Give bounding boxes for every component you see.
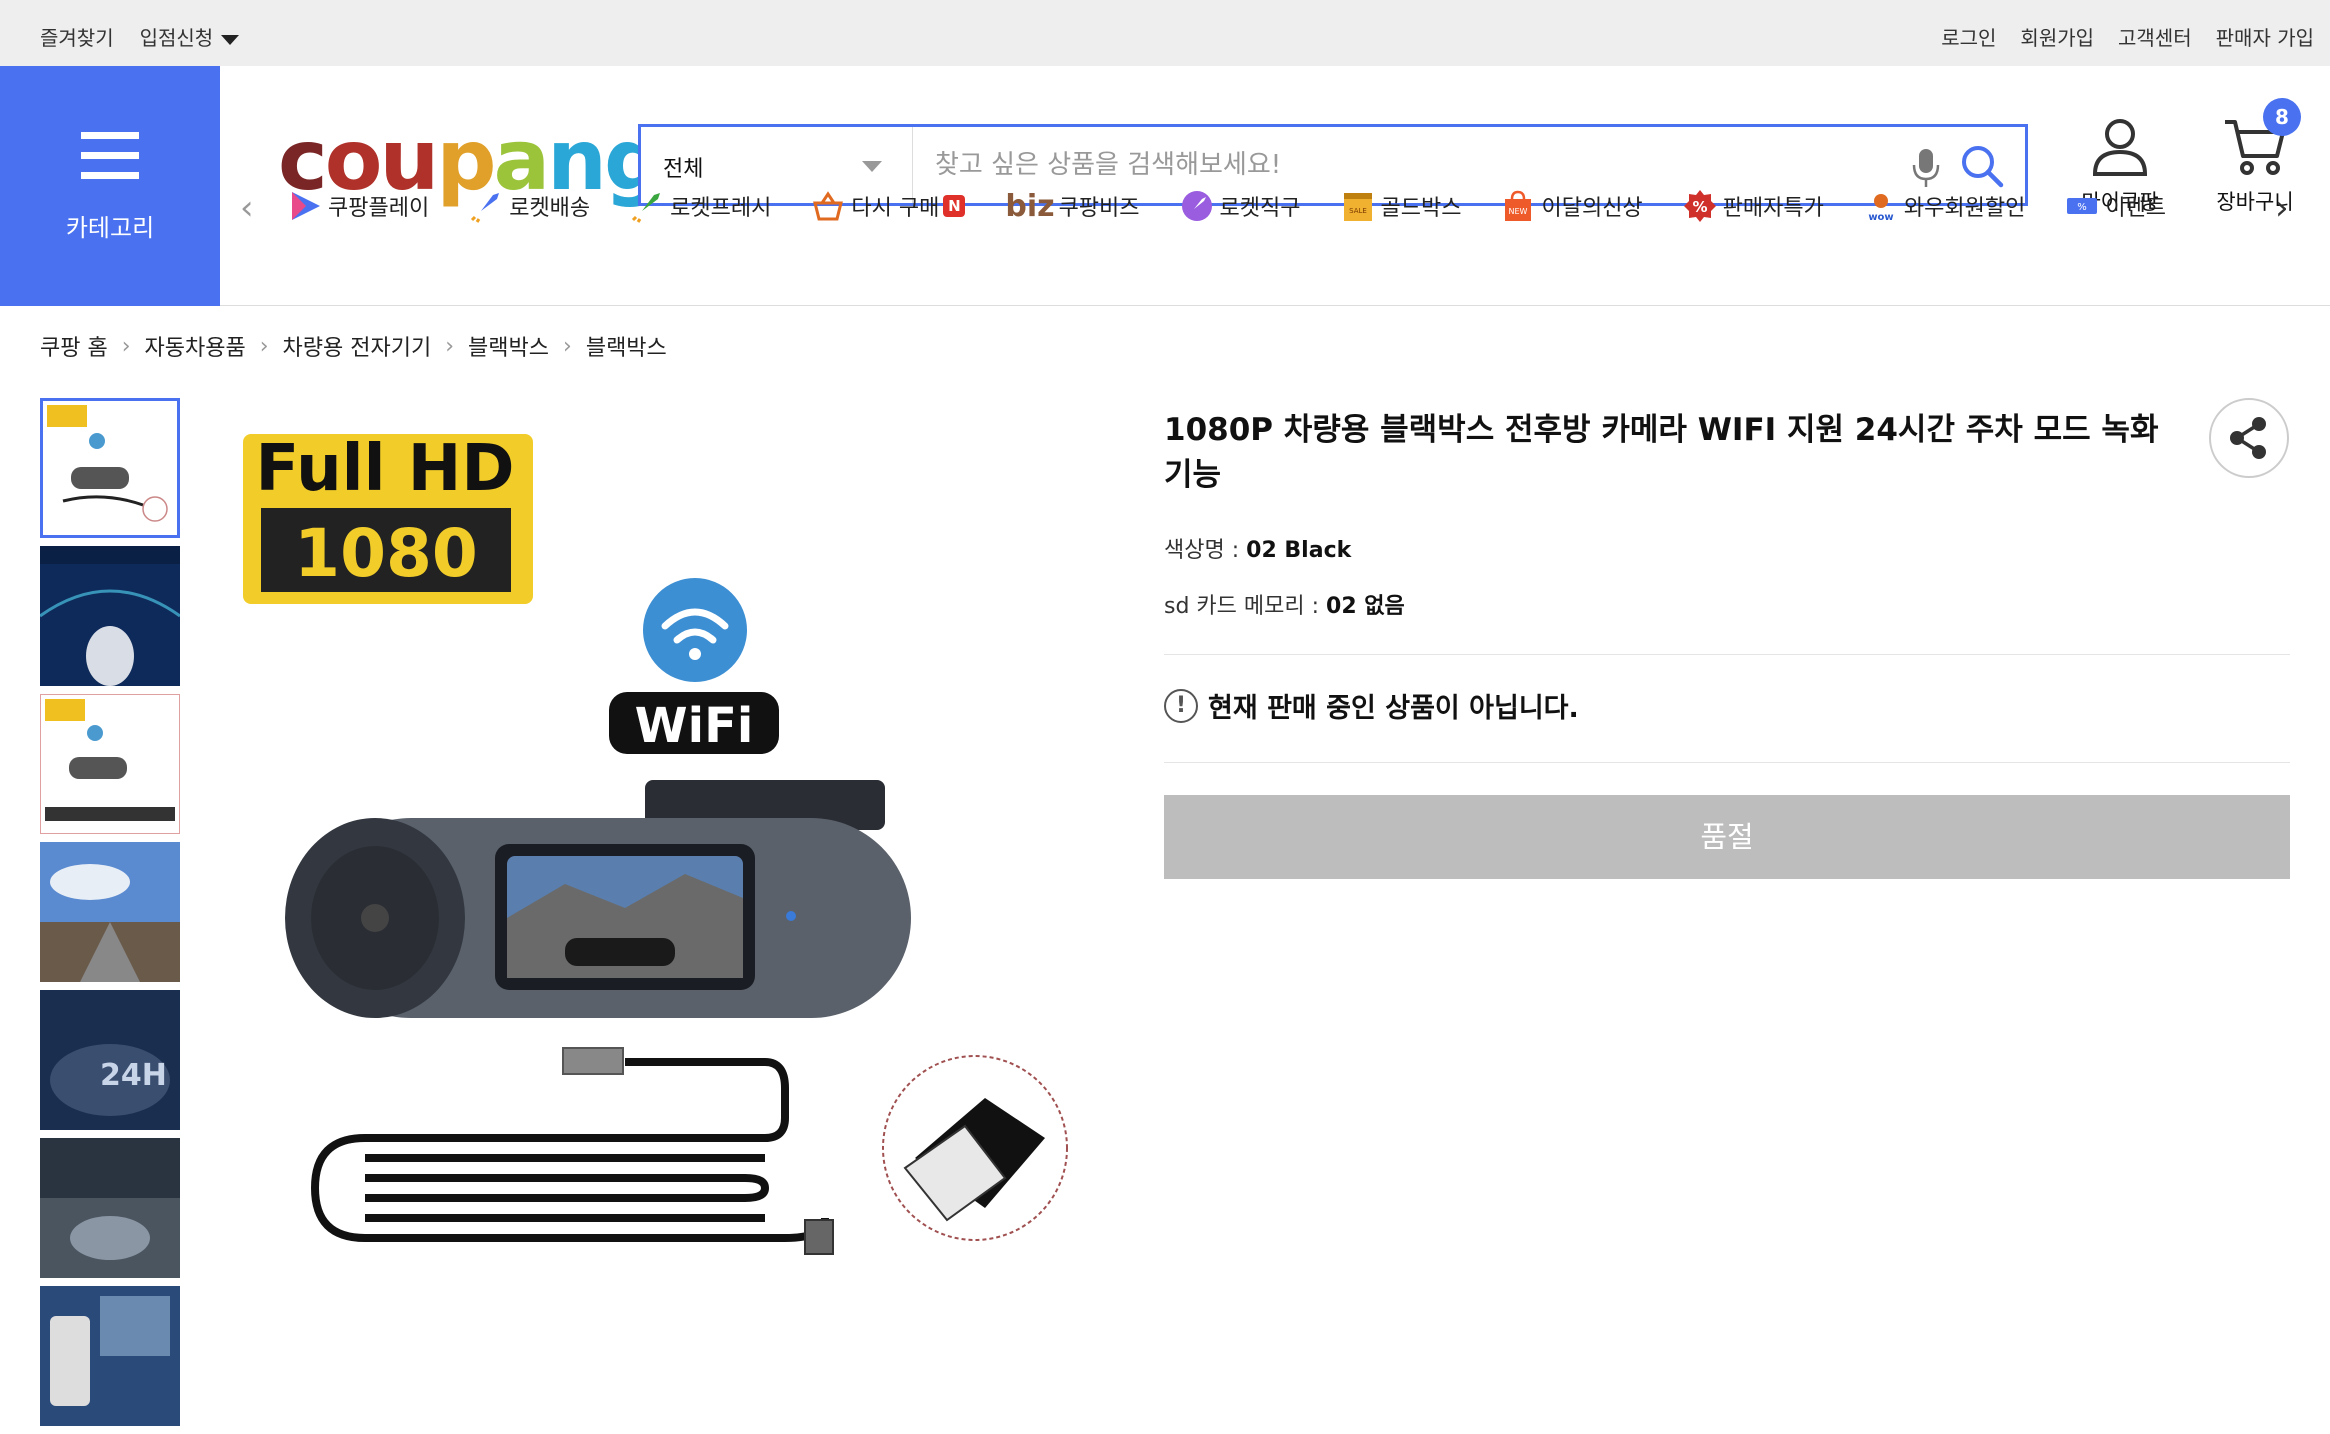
nav-label: 와우회원할인 bbox=[1903, 196, 2026, 221]
nav-label: 다시 구매 bbox=[851, 196, 940, 221]
play-icon bbox=[292, 192, 320, 220]
option-value: 02 Black bbox=[1246, 538, 1352, 563]
full-hd-badge: Full HD 1080 bbox=[243, 432, 533, 604]
rocket-icon bbox=[471, 193, 500, 223]
main-product-image: Full HD 1080 WiFi bbox=[225, 398, 1135, 1298]
category-label: 카테고리 bbox=[65, 214, 155, 242]
nav-prev-arrow-icon[interactable]: ‹ bbox=[240, 188, 254, 228]
biz-logo: biz bbox=[1005, 188, 1055, 224]
caret-down-icon bbox=[221, 34, 240, 45]
option-name: 색상명 bbox=[1164, 538, 1225, 563]
option-value: 02 없음 bbox=[1326, 594, 1405, 619]
svg-text:NEW: NEW bbox=[1509, 207, 1528, 216]
svg-text:wow: wow bbox=[1868, 212, 1893, 223]
full-hd-text: Full HD bbox=[256, 432, 515, 506]
thumbnail-7[interactable] bbox=[40, 1286, 180, 1426]
thumbnail-2[interactable] bbox=[40, 546, 180, 686]
nav-label: 쿠팡플레이 bbox=[328, 196, 430, 221]
login-link[interactable]: 로그인 bbox=[1941, 22, 1996, 51]
svg-text:%: % bbox=[2078, 202, 2088, 213]
chevron-right-icon: › bbox=[445, 333, 455, 359]
nav-item-rocket-delivery[interactable]: 로켓배송 bbox=[469, 186, 590, 226]
divider bbox=[1164, 654, 2290, 655]
thumbnail-6[interactable] bbox=[40, 1138, 180, 1278]
nav-label: 이벤트 bbox=[2105, 196, 2167, 221]
usb-c-zoom-inset bbox=[882, 1055, 1068, 1241]
header: 카테고리 coupang 전체 마이쿠팡 장 bbox=[0, 66, 2330, 306]
seller-signup-link[interactable]: 판매자 가입 bbox=[2216, 22, 2314, 51]
vendor-apply-link[interactable]: 입점신청 bbox=[140, 22, 240, 51]
event-icon: % bbox=[2067, 198, 2098, 214]
option-sd-card: sd 카드 메모리 : 02 없음 bbox=[1164, 594, 1405, 619]
new-badge: N bbox=[943, 195, 966, 217]
divider bbox=[1164, 762, 2290, 763]
nav-item-rocket-fresh[interactable]: 로켓프레시 bbox=[630, 186, 771, 226]
breadcrumb-item[interactable]: 블랙박스 bbox=[586, 330, 667, 362]
cart-count-badge: 8 bbox=[2263, 98, 2301, 136]
nav-label: 로켓프레시 bbox=[670, 196, 772, 221]
new-bag-icon: NEW bbox=[1505, 190, 1532, 221]
dropdown-triangle-icon bbox=[862, 161, 882, 172]
nav-label: 로켓배송 bbox=[509, 196, 591, 221]
nav-label: 골드박스 bbox=[1380, 196, 1462, 221]
nav-item-goldbox[interactable]: SALE 골드박스 bbox=[1341, 186, 1462, 226]
chevron-right-icon: › bbox=[259, 333, 269, 359]
percent-icon: % bbox=[1683, 190, 1716, 222]
option-color: 색상명 : 02 Black bbox=[1164, 538, 1352, 563]
nav-item-seller-deals[interactable]: % 판매자특가 bbox=[1683, 186, 1824, 226]
nav-label: 판매자특가 bbox=[1722, 196, 1824, 221]
basket-icon bbox=[813, 191, 844, 221]
vendor-apply-label: 입점신청 bbox=[139, 26, 214, 50]
category-nav-strip: ‹ 쿠팡플레이 로켓배송 로켓프레시 다시 구매 N biz 쿠팡비즈 로켓직구… bbox=[240, 176, 2310, 236]
share-button[interactable] bbox=[2209, 398, 2289, 478]
top-utility-bar: 즐겨찾기 입점신청 로그인 회원가입 고객센터 판매자 가입 bbox=[0, 0, 2330, 66]
breadcrumb-item[interactable]: 차량용 전자기기 bbox=[283, 330, 432, 362]
nav-label: 로켓직구 bbox=[1219, 196, 1301, 221]
nav-label: 이달의신상 bbox=[1541, 196, 1643, 221]
nav-item-rocket-global[interactable]: 로켓직구 bbox=[1180, 186, 1301, 226]
customer-center-link[interactable]: 고객센터 bbox=[2118, 22, 2192, 51]
breadcrumb-item[interactable]: 블랙박스 bbox=[468, 330, 549, 362]
thumbnail-5[interactable]: 24H bbox=[40, 990, 180, 1130]
rocket-global-icon bbox=[1181, 191, 1212, 221]
share-icon bbox=[2230, 417, 2266, 459]
chevron-right-icon: › bbox=[121, 333, 131, 359]
rocket-fresh-icon bbox=[632, 193, 661, 223]
option-name: sd 카드 메모리 bbox=[1164, 594, 1305, 619]
chevron-right-icon: › bbox=[563, 333, 572, 359]
svg-text:SALE: SALE bbox=[1349, 207, 1367, 215]
breadcrumb-item[interactable]: 자동차용품 bbox=[145, 330, 246, 362]
nav-item-wow-discount[interactable]: wow 와우회원할인 bbox=[1864, 186, 2025, 226]
svg-text:%: % bbox=[1692, 198, 1707, 216]
nav-item-new-arrivals[interactable]: NEW 이달의신상 bbox=[1501, 186, 1643, 226]
resolution-text: 1080 bbox=[294, 515, 478, 592]
nav-item-coupang-biz[interactable]: biz 쿠팡비즈 bbox=[1005, 186, 1139, 226]
nav-item-events[interactable]: % 이벤트 bbox=[2065, 186, 2166, 226]
product-title: 1080P 차량용 블랙박스 전후방 카메라 WIFI 지원 24시간 주차 모… bbox=[1164, 412, 2159, 493]
wifi-text: WiFi bbox=[635, 698, 754, 754]
nav-item-coupang-play[interactable]: 쿠팡플레이 bbox=[288, 186, 429, 226]
category-menu-button[interactable]: 카테고리 bbox=[0, 66, 220, 306]
nav-item-rebuy[interactable]: 다시 구매 N bbox=[811, 186, 966, 226]
nav-next-arrow-icon[interactable]: › bbox=[2275, 188, 2289, 228]
nav-label: 쿠팡비즈 bbox=[1058, 196, 1140, 221]
breadcrumb-item[interactable]: 쿠팡 홈 bbox=[40, 330, 108, 362]
goldbox-icon: SALE bbox=[1343, 193, 1372, 221]
svg-text:24H: 24H bbox=[100, 1058, 167, 1093]
breadcrumb: 쿠팡 홈 › 자동차용품 › 차량용 전자기기 › 블랙박스 › 블랙박스 bbox=[40, 330, 667, 362]
sold-out-button[interactable]: 품절 bbox=[1164, 795, 2290, 879]
favorites-link[interactable]: 즐겨찾기 bbox=[40, 22, 114, 51]
hamburger-icon bbox=[81, 132, 139, 192]
thumbnail-4[interactable] bbox=[40, 842, 180, 982]
thumbnail-1[interactable] bbox=[40, 398, 180, 538]
wow-icon: wow bbox=[1868, 194, 1894, 223]
signup-link[interactable]: 회원가입 bbox=[2020, 22, 2094, 51]
notice-text: 현재 판매 중인 상품이 아닙니다. bbox=[1208, 693, 1579, 724]
thumbnail-3[interactable] bbox=[40, 694, 180, 834]
person-icon bbox=[2092, 119, 2148, 176]
exclamation-circle-icon: ! bbox=[1164, 688, 1198, 723]
thumbnail-list: 24H bbox=[40, 398, 180, 1434]
not-for-sale-notice: ! 현재 판매 중인 상품이 아닙니다. bbox=[1164, 686, 1579, 725]
